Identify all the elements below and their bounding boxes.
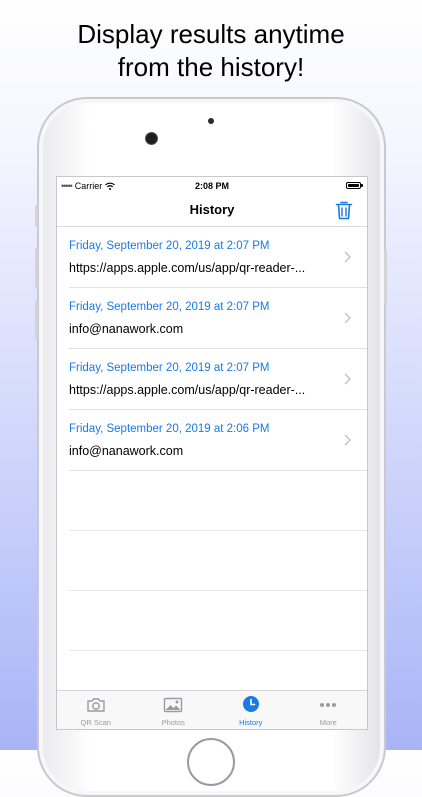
more-icon [320,703,337,707]
photos-icon [164,697,183,713]
power-button [384,250,387,305]
phone-screen: ••••• Carrier 2:08 PM History Friday, Se… [56,176,368,730]
tab-history[interactable]: History [212,691,290,729]
history-value: https://apps.apple.com/us/app/qr-reader-… [69,383,306,397]
history-row[interactable]: Friday, September 20, 2019 at 2:07 PM ht… [69,227,367,288]
history-value: info@nanawork.com [69,444,184,458]
status-time: 2:08 PM [194,181,229,191]
clock-icon [242,696,259,712]
history-list: Friday, September 20, 2019 at 2:07 PM ht… [57,227,367,711]
battery-tip [361,184,363,187]
history-date: Friday, September 20, 2019 at 2:07 PM [69,362,270,374]
status-bar: ••••• Carrier 2:08 PM [57,177,367,195]
empty-row [69,471,367,531]
front-camera [145,132,158,145]
empty-row [69,531,367,591]
tab-label: QR Scan [80,718,111,727]
history-date: Friday, September 20, 2019 at 2:06 PM [69,423,270,435]
tab-label: Photos [161,718,185,727]
history-row[interactable]: Friday, September 20, 2019 at 2:07 PM in… [69,288,367,349]
tab-qr-scan[interactable]: QR Scan [57,691,135,729]
history-row[interactable]: Friday, September 20, 2019 at 2:06 PM in… [69,410,367,471]
volume-down-button [35,300,38,340]
chevron-right-icon [344,251,351,263]
tab-more[interactable]: More [290,691,368,729]
battery-icon [346,182,361,189]
tab-label: More [319,718,337,727]
headline-line-2: from the history! [117,52,305,82]
mute-switch [35,205,38,227]
navigation-bar: History [57,195,367,227]
chevron-right-icon [344,373,351,385]
volume-up-button [35,248,38,288]
history-date: Friday, September 20, 2019 at 2:07 PM [69,240,270,252]
page-title: History [189,202,235,217]
history-date: Friday, September 20, 2019 at 2:07 PM [69,301,270,313]
trash-icon[interactable] [335,200,353,220]
earpiece-speaker [208,118,214,124]
empty-row [69,591,367,651]
history-value: info@nanawork.com [69,322,184,336]
promo-headline: Display results anytime from the history… [0,18,422,84]
history-row[interactable]: Friday, September 20, 2019 at 2:07 PM ht… [69,349,367,410]
tab-label: History [239,718,263,727]
camera-icon [87,698,105,712]
history-value: https://apps.apple.com/us/app/qr-reader-… [69,261,306,275]
chevron-right-icon [344,434,351,446]
tab-photos[interactable]: Photos [135,691,213,729]
home-button [187,738,235,786]
chevron-right-icon [344,312,351,324]
tab-bar: QR Scan Photos History More [57,690,367,729]
headline-line-1: Display results anytime [77,19,345,49]
